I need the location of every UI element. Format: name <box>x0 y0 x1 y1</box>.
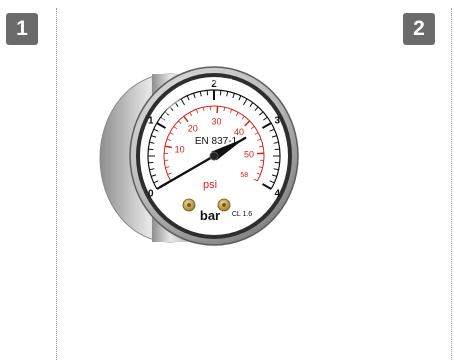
panel-number-badge-2: 2 <box>403 13 435 45</box>
pressure-gauge-image: 01234102030405058 EN 837-1 psi bar CL 1.… <box>99 66 299 246</box>
bar-scale-tick <box>274 148 280 151</box>
psi-scale-tick <box>216 106 219 114</box>
psi-scale-label: 58 <box>240 172 248 179</box>
accuracy-class-label: CL 1.6 <box>232 211 252 218</box>
bar-scale-tick <box>206 90 209 96</box>
psi-scale-label: 20 <box>188 124 198 134</box>
psi-scale-label: 30 <box>212 117 222 127</box>
bar-scale-tick <box>148 148 154 151</box>
bar-scale-label: 0 <box>148 189 154 200</box>
bar-scale-tick <box>219 90 222 96</box>
bar-scale-label: 1 <box>148 116 154 127</box>
bar-unit-label: bar <box>200 208 220 223</box>
gauge-pointer-hub <box>209 151 219 161</box>
panel-divider-right <box>451 8 452 360</box>
psi-scale-label: 10 <box>175 145 185 155</box>
psi-scale-label: 50 <box>244 150 254 160</box>
psi-unit-label: psi <box>203 179 217 191</box>
panel-divider-left <box>56 8 57 360</box>
bar-scale-tick <box>274 161 280 164</box>
bar-scale-label: 4 <box>274 189 280 200</box>
bar-scale-tick <box>148 161 154 164</box>
bar-scale-label: 3 <box>274 116 280 127</box>
panel-number-badge-1: 1 <box>6 13 38 45</box>
